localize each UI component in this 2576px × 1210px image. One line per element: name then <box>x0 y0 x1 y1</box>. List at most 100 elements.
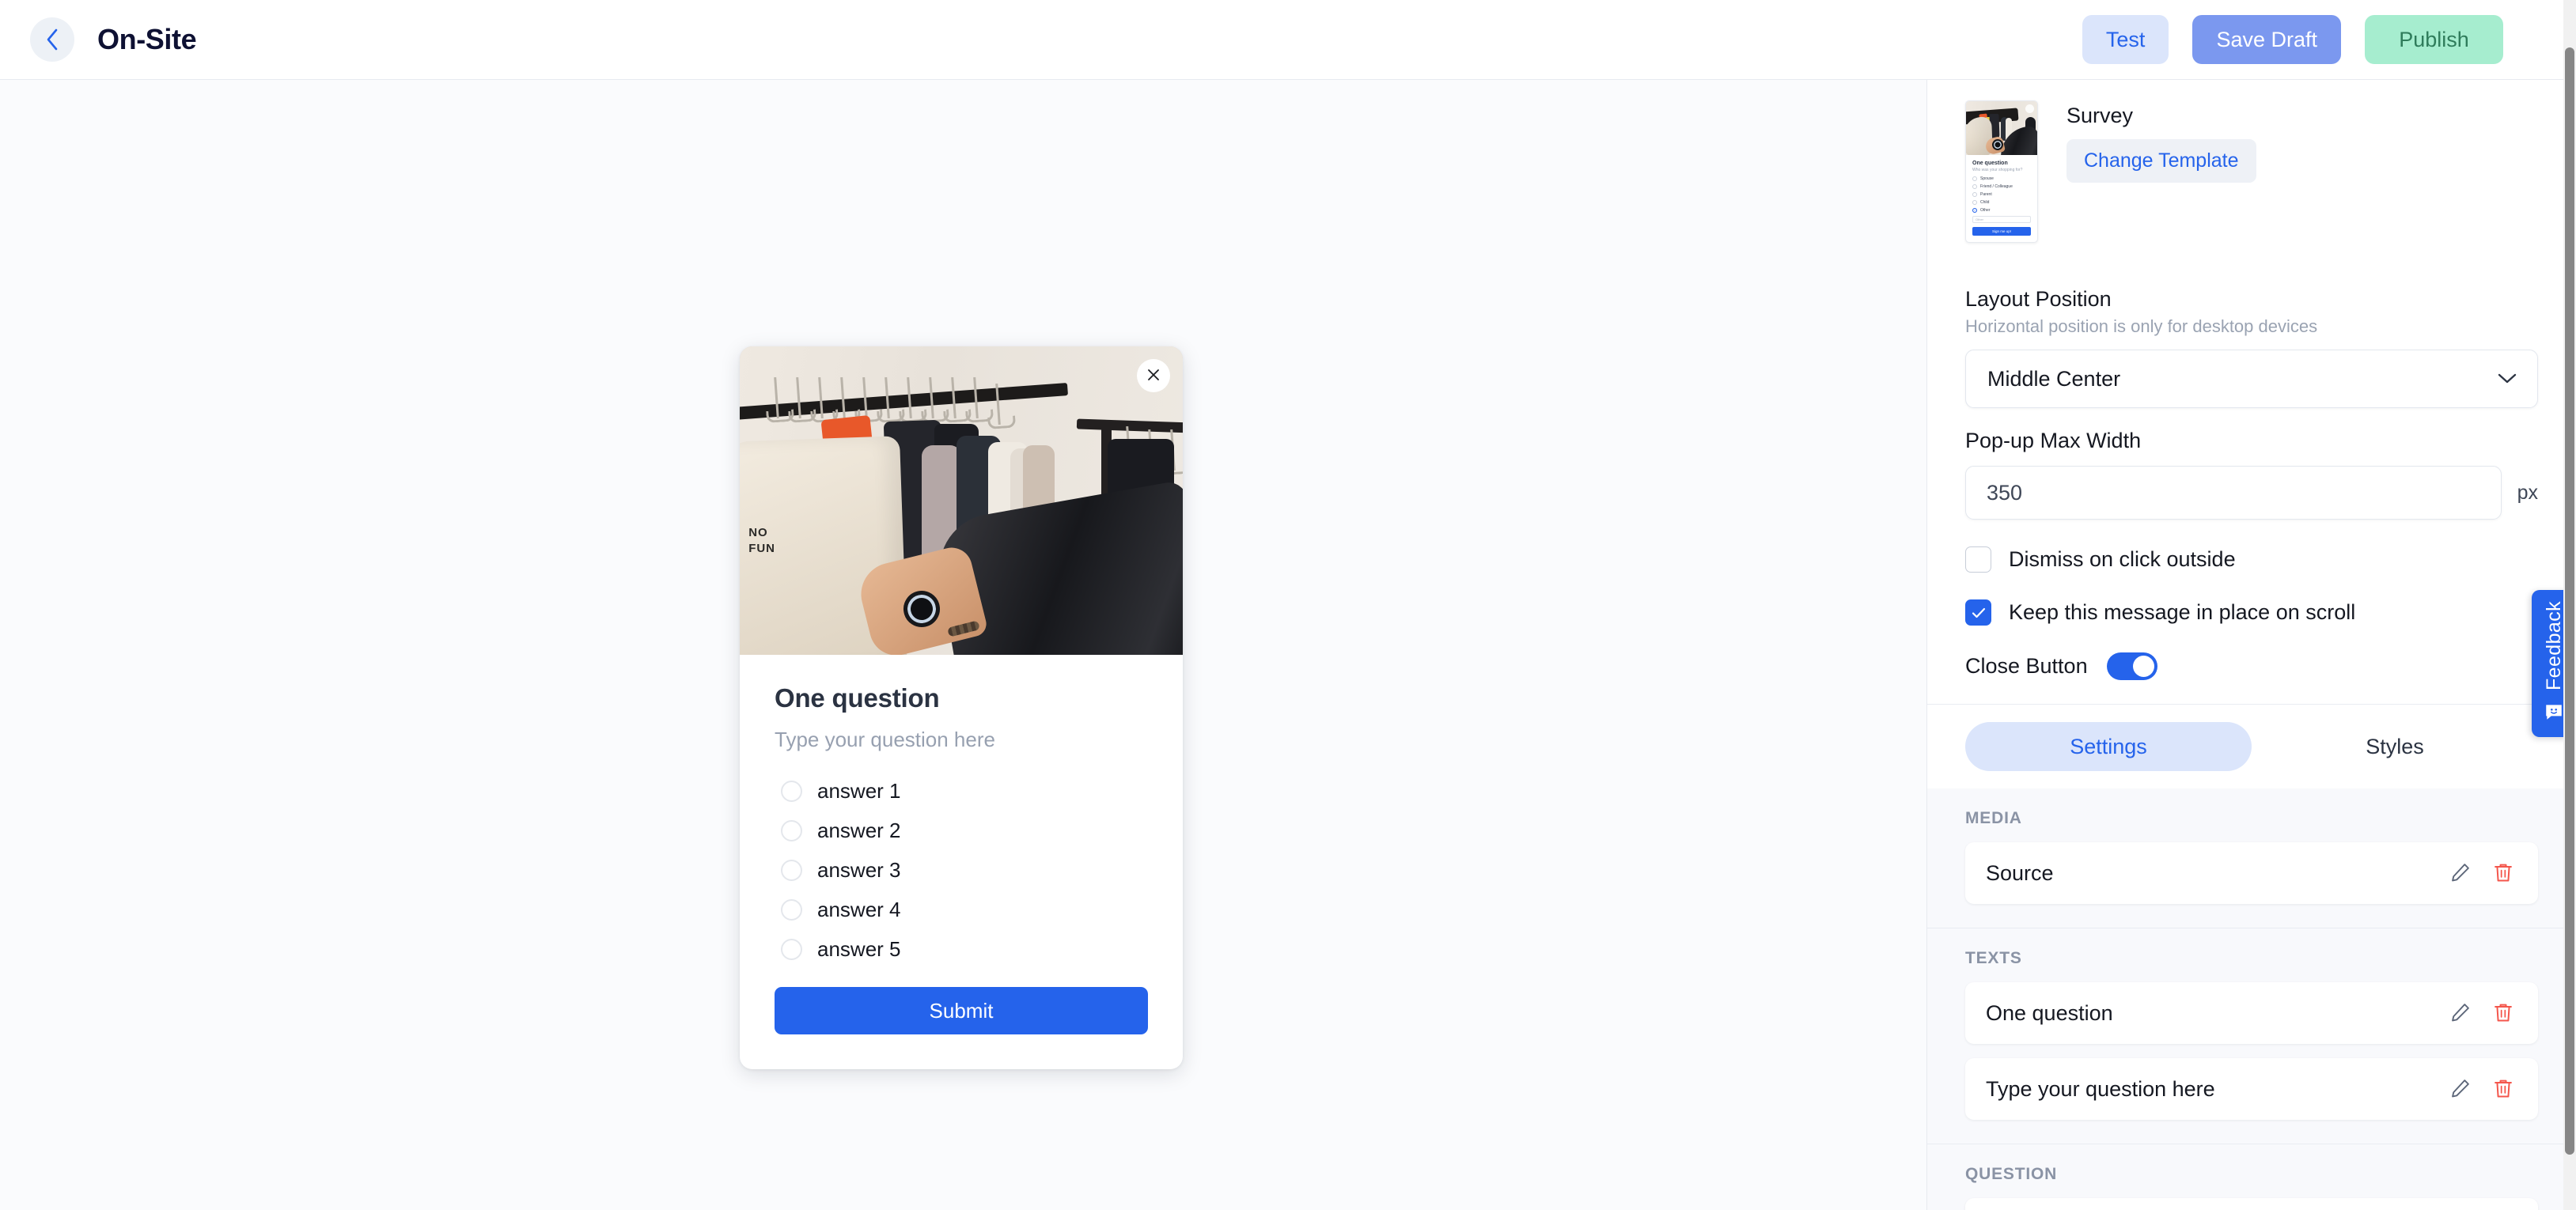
thumbnail-option-label: Other <box>1980 208 1991 213</box>
pencil-icon <box>2449 861 2472 886</box>
popup-preview: NO FUN One question Type your question h… <box>740 346 1183 1069</box>
thumbnail-option: Spouse <box>1972 176 2031 181</box>
section-title: TEXTS <box>1965 949 2022 967</box>
list-item-label: Type your question here <box>1986 1076 2215 1101</box>
layout-position-label: Layout Position <box>1965 287 2112 311</box>
change-template-button[interactable]: Change Template <box>2066 139 2256 183</box>
max-width-unit: px <box>2517 481 2538 504</box>
feedback-label: Feedback <box>2542 601 2565 690</box>
max-width-input[interactable] <box>1965 466 2502 520</box>
list-item-label: Source <box>1986 860 2054 885</box>
section-title: MEDIA <box>1965 809 2022 827</box>
close-button-label: Close Button <box>1965 654 2088 678</box>
publish-button[interactable]: Publish <box>2365 15 2503 64</box>
close-icon <box>1146 367 1161 385</box>
thumbnail-option-label: Child <box>1980 200 1990 205</box>
radio-icon <box>1972 184 1977 189</box>
top-bar-left: On-Site <box>30 17 197 62</box>
edit-button[interactable] <box>2449 1001 2472 1026</box>
radio-selected-icon <box>1972 208 1977 213</box>
panel-tabs: Settings Styles <box>1927 704 2576 788</box>
radio-icon <box>1972 200 1977 205</box>
answer-options-list: answer 1 answer 2 answer 3 answer 4 answ… <box>775 774 1148 966</box>
app-root: On-Site Test Save Draft Publish NO FUN O… <box>0 0 2576 1210</box>
radio-icon <box>781 820 802 841</box>
thumbnail-option-label: Parent <box>1980 192 1992 197</box>
top-bar: On-Site Test Save Draft Publish <box>0 0 2576 80</box>
section-media: MEDIA Source <box>1927 788 2576 928</box>
template-thumbnail[interactable]: One question Who was your shopping for? … <box>1965 100 2038 243</box>
delete-button[interactable] <box>2492 1001 2514 1026</box>
answer-option-label: answer 5 <box>817 937 901 961</box>
chevron-down-icon <box>2498 373 2517 384</box>
answer-option[interactable]: answer 2 <box>775 814 1148 848</box>
thumbnail-option-label: Friend / Colleague <box>1980 184 2013 189</box>
edit-button[interactable] <box>2449 1077 2472 1102</box>
trash-icon <box>2492 861 2514 886</box>
chevron-left-icon <box>44 27 60 52</box>
close-button-row: Close Button <box>1965 652 2538 696</box>
submit-button[interactable]: Submit <box>775 987 1148 1034</box>
thumbnail-cta-button: Sign me up! <box>1972 227 2031 236</box>
layout-position-value: Middle Center <box>1987 366 2121 391</box>
keep-in-place-on-scroll-option[interactable]: Keep this message in place on scroll <box>1965 599 2538 626</box>
list-item[interactable]: Source <box>1965 842 2538 904</box>
thumbnail-option: Friend / Colleague <box>1972 184 2031 189</box>
popup-close-button[interactable] <box>1137 359 1170 392</box>
checkbox-checked-icon <box>1965 599 1991 626</box>
close-button-toggle[interactable] <box>2106 652 2157 680</box>
section-texts: TEXTS One question Type your question he… <box>1927 928 2576 1144</box>
edit-button[interactable] <box>2449 861 2472 886</box>
radio-icon <box>1972 176 1977 181</box>
popup-heading: One question <box>775 683 940 713</box>
delete-button[interactable] <box>2492 861 2514 886</box>
trash-icon <box>2492 1001 2514 1026</box>
thumbnail-close-icon <box>2025 104 2034 113</box>
radio-icon <box>781 939 802 960</box>
template-meta: Survey Change Template <box>2066 100 2256 243</box>
thumbnail-option: Child <box>1972 200 2031 205</box>
list-item-label: One question <box>1986 1000 2113 1025</box>
body: NO FUN One question Type your question h… <box>0 80 2576 1210</box>
answer-option[interactable]: answer 3 <box>775 853 1148 887</box>
answer-option[interactable]: answer 4 <box>775 893 1148 927</box>
page-title: On-Site <box>97 23 197 55</box>
shirt-graphic-text: NO FUN <box>748 526 776 556</box>
answer-option-label: answer 4 <box>817 898 901 921</box>
thumbnail-option: Other <box>1972 208 2031 213</box>
answer-option-label: answer 3 <box>817 858 901 882</box>
trash-icon <box>2492 1077 2514 1102</box>
thumbnail-input: Other <box>1972 216 2031 223</box>
list-item-actions <box>2449 1001 2514 1026</box>
radio-icon <box>781 860 802 881</box>
smiley-chat-icon <box>2544 701 2564 726</box>
answer-option-label: answer 1 <box>817 779 901 803</box>
answer-option[interactable]: answer 1 <box>775 774 1148 808</box>
pencil-icon <box>2449 1001 2472 1026</box>
content-sections: MEDIA Source TEXTS One question Type you… <box>1927 788 2576 1210</box>
delete-button[interactable] <box>2492 1077 2514 1102</box>
list-item[interactable]: Type your question here <box>1965 1058 2538 1120</box>
test-button[interactable]: Test <box>2082 15 2169 64</box>
section-title: QUESTION <box>1965 1165 2058 1183</box>
answer-option[interactable]: answer 5 <box>775 932 1148 966</box>
scrollbar-thumb[interactable] <box>2565 47 2574 1155</box>
list-item[interactable]: Tag <box>1965 1198 2538 1210</box>
dismiss-on-click-outside-label: Dismiss on click outside <box>2009 547 2236 571</box>
preview-canvas: NO FUN One question Type your question h… <box>0 80 1927 1210</box>
template-name: Survey <box>2066 104 2134 127</box>
radio-icon <box>781 899 802 921</box>
tab-settings[interactable]: Settings <box>1965 722 2252 771</box>
clothing-rack-image: NO FUN <box>740 346 1183 655</box>
tab-styles[interactable]: Styles <box>2252 722 2538 771</box>
template-block: One question Who was your shopping for? … <box>1927 80 2576 267</box>
top-bar-actions: Test Save Draft Publish <box>2082 15 2544 64</box>
thumbnail-option: Parent <box>1972 192 2031 197</box>
max-width-row: px <box>1965 466 2538 520</box>
layout-position-select[interactable]: Middle Center <box>1965 350 2538 408</box>
dismiss-on-click-outside-option[interactable]: Dismiss on click outside <box>1965 546 2538 573</box>
save-draft-button[interactable]: Save Draft <box>2192 15 2341 64</box>
list-item[interactable]: One question <box>1965 982 2538 1044</box>
back-button[interactable] <box>30 17 74 62</box>
page-scrollbar[interactable] <box>2563 0 2576 1210</box>
